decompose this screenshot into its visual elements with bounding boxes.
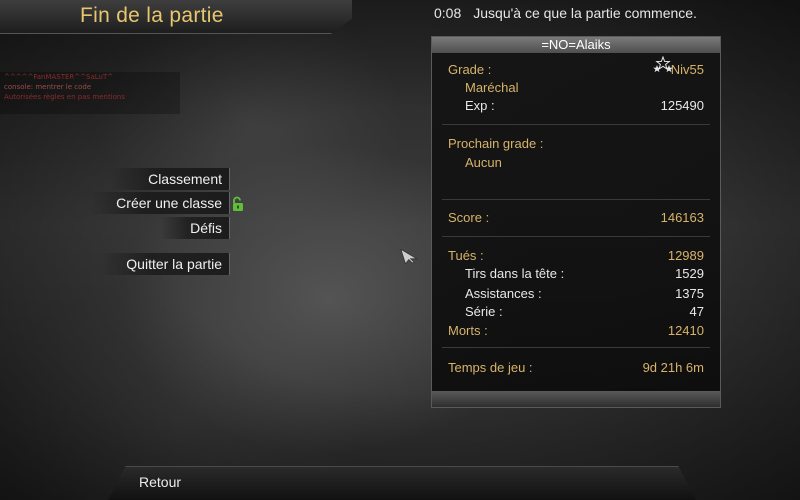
streak-label: Série : (465, 304, 503, 319)
chat-log: ^^^^^FanMASTER^^SaLuT^ console: mentrer … (0, 72, 180, 114)
countdown-message: Jusqu'à ce que la partie commence. (473, 5, 697, 21)
back-button[interactable]: Retour (139, 474, 181, 490)
rank-stars-icon (653, 56, 673, 73)
leaderboard-button[interactable]: Classement (148, 168, 230, 190)
countdown-status: 0:08 Jusqu'à ce que la partie commence. (434, 5, 709, 21)
score-value: 146163 (660, 210, 704, 225)
page-title: Fin de la partie (80, 4, 224, 27)
kills-value: 12989 (667, 248, 704, 263)
divider (442, 199, 710, 200)
deaths-label: Morts : (448, 323, 488, 338)
streak-value: 47 (689, 304, 704, 319)
chat-line: Autorisées règles en pas mentions (4, 93, 125, 101)
chat-line: ^^^^^FanMASTER^^SaLuT^ (4, 73, 114, 81)
create-class-button[interactable]: Créer une classe (116, 192, 230, 214)
leave-game-button[interactable]: Quitter la partie (126, 253, 230, 275)
score-label: Score : (448, 210, 490, 225)
headshots-label: Tirs dans la tête : (465, 266, 565, 281)
assists-label: Assistances : (465, 286, 542, 301)
player-stats-panel: =NO=Alaiks Grade : Niv55 Maréchal Exp : … (431, 36, 721, 408)
rank-name: Maréchal (465, 80, 519, 95)
playtime-value: 9d 21h 6m (642, 360, 704, 375)
assists-value: 1375 (675, 286, 704, 301)
grade-label: Grade : (448, 62, 492, 77)
bottom-bar (108, 466, 696, 500)
player-name: =NO=Alaiks (432, 37, 720, 53)
exp-label: Exp : (465, 98, 495, 113)
headshots-value: 1529 (675, 266, 704, 281)
deaths-value: 12410 (667, 323, 704, 338)
unlocked-padlock-icon (233, 196, 243, 211)
playtime-label: Temps de jeu : (448, 360, 533, 375)
countdown-time: 0:08 (434, 5, 462, 21)
next-grade-value: Aucun (465, 155, 502, 170)
level-value: Niv55 (670, 62, 704, 77)
mouse-pointer-icon (400, 248, 418, 264)
chat-line: console: mentrer le code (4, 83, 92, 91)
kills-label: Tués : (448, 248, 484, 263)
next-grade-label: Prochain grade : (448, 136, 544, 151)
divider (442, 124, 710, 125)
challenges-button[interactable]: Défis (190, 217, 230, 239)
exp-value: 125490 (660, 98, 704, 113)
divider (442, 236, 710, 237)
panel-footer (432, 391, 720, 407)
divider (442, 347, 710, 348)
